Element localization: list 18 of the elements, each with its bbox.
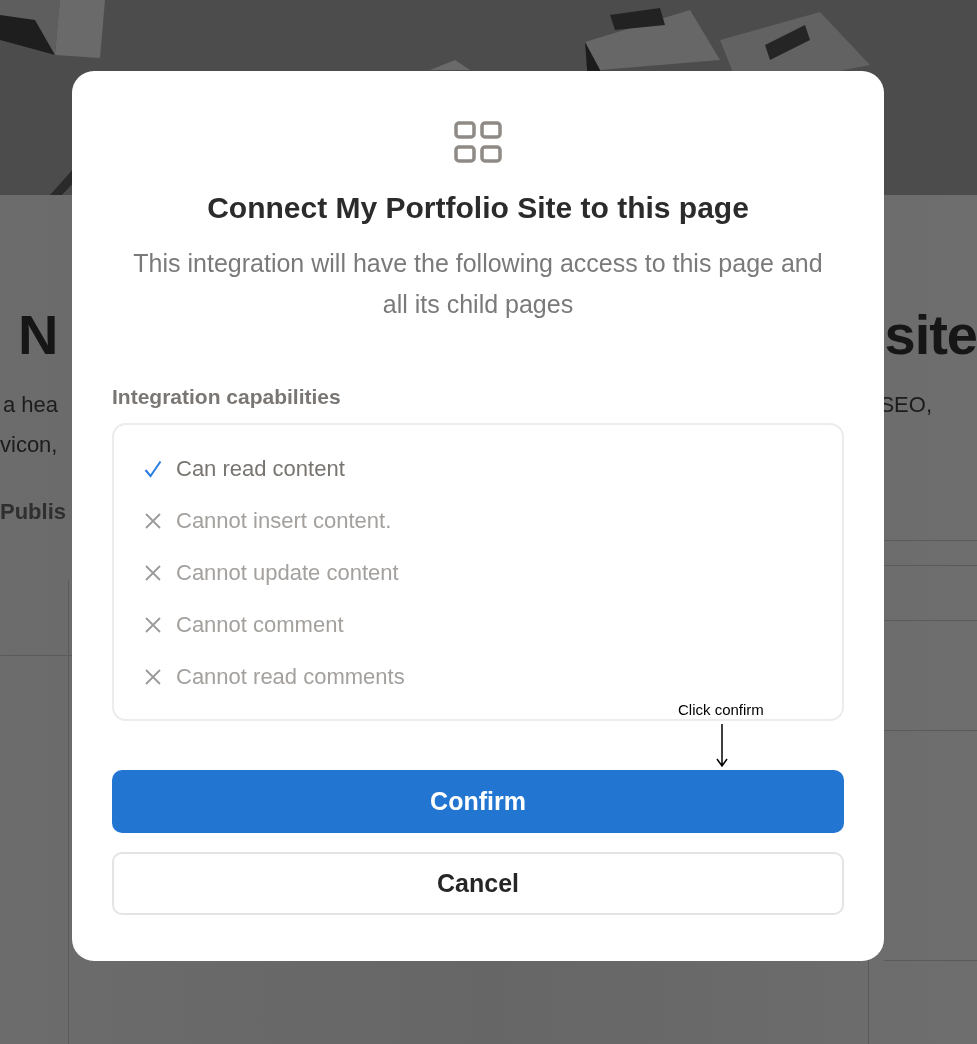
- annotation-text: Click confirm: [678, 701, 764, 718]
- dialog-title: Connect My Portfolio Site to this page: [207, 191, 749, 225]
- cancel-button[interactable]: Cancel: [112, 852, 844, 915]
- arrow-icon: [714, 724, 729, 768]
- capability-text: Cannot update content: [176, 559, 399, 587]
- capability-text: Can read content: [176, 455, 345, 483]
- grid-icon: [454, 121, 502, 163]
- section-label: Publis: [0, 499, 66, 525]
- page-heading: site: [884, 302, 977, 368]
- page-heading: N: [18, 302, 58, 368]
- capability-text: Cannot insert content.: [176, 507, 392, 535]
- page-description: vicon,: [0, 431, 58, 459]
- capabilities-label: Integration capabilities: [112, 385, 341, 409]
- confirm-button[interactable]: Confirm: [112, 770, 844, 833]
- capability-text: Cannot read comments: [176, 663, 405, 691]
- page-description: a hea: [3, 391, 59, 419]
- dialog-subtitle: This integration will have the following access to this page and all its child pages: [133, 248, 823, 320]
- capability-text: Cannot comment: [176, 611, 344, 639]
